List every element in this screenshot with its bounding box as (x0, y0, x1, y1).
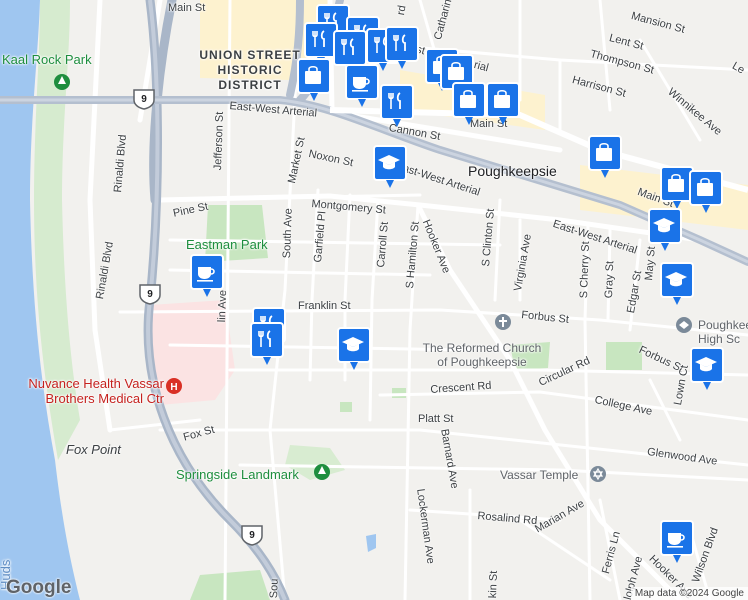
street-label: Gray St (603, 260, 617, 299)
high-school-label: Poughkeep High Sc (698, 318, 748, 346)
street-label: S Cherry St (578, 241, 592, 299)
reformed-church-label: The Reformed Church of Poughkeepsie (422, 341, 542, 369)
map-attribution: Map data ©2024 Google (630, 587, 748, 600)
map-marker[interactable] (337, 327, 371, 371)
street-label: Franklin St (298, 300, 351, 312)
street-label: Main St (168, 2, 206, 14)
street-label: Platt St (418, 413, 454, 425)
map-marker[interactable] (486, 82, 520, 126)
map-marker[interactable] (297, 58, 331, 102)
eastman-park-label: Eastman Park (186, 237, 268, 252)
map-marker[interactable] (690, 347, 724, 391)
street-label: rd (395, 4, 409, 17)
hospital-label: Nuvance Health Vassar Brothers Medical C… (28, 376, 164, 406)
us9-shield-3: 9 (241, 525, 263, 546)
map-marker[interactable] (345, 64, 379, 108)
map-marker[interactable] (250, 322, 284, 366)
map-marker[interactable] (689, 170, 723, 214)
map-marker[interactable] (385, 26, 419, 70)
union-street-historic-district-label: UNION STREET HISTORIC DISTRICT (199, 48, 301, 92)
google-logo: Google (6, 577, 72, 598)
street-label: South Ave (281, 208, 295, 259)
map-marker[interactable] (190, 254, 224, 298)
shield-number: 9 (141, 94, 147, 105)
map-canvas[interactable]: H 9 9 9 UNION STREET HISTORIC DISTRICT P… (0, 0, 748, 600)
fox-point-label: Fox Point (66, 442, 121, 457)
us9-shield-2: 9 (139, 284, 161, 305)
street-label: Sou (268, 578, 281, 599)
poughkeepsie-label: Poughkeepsie (468, 163, 557, 179)
street-label: Jefferson St (212, 111, 227, 171)
springside-landmark-label: Springside Landmark (176, 467, 299, 482)
map-marker[interactable] (373, 145, 407, 189)
map-marker[interactable] (588, 135, 622, 179)
vassar-temple-label: Vassar Temple (500, 468, 579, 482)
map-marker[interactable] (648, 208, 682, 252)
map-marker[interactable] (660, 520, 694, 564)
us9-shield-1: 9 (133, 89, 155, 110)
map-marker[interactable] (452, 82, 486, 126)
map-marker[interactable] (380, 84, 414, 128)
street-label: kin St (487, 570, 500, 599)
kaal-rock-park-label: Kaal Rock Park (2, 52, 92, 67)
map-marker[interactable] (660, 262, 694, 306)
shield-number: 9 (147, 289, 153, 300)
svg-text:H: H (170, 382, 177, 393)
shield-number: 9 (249, 530, 255, 541)
